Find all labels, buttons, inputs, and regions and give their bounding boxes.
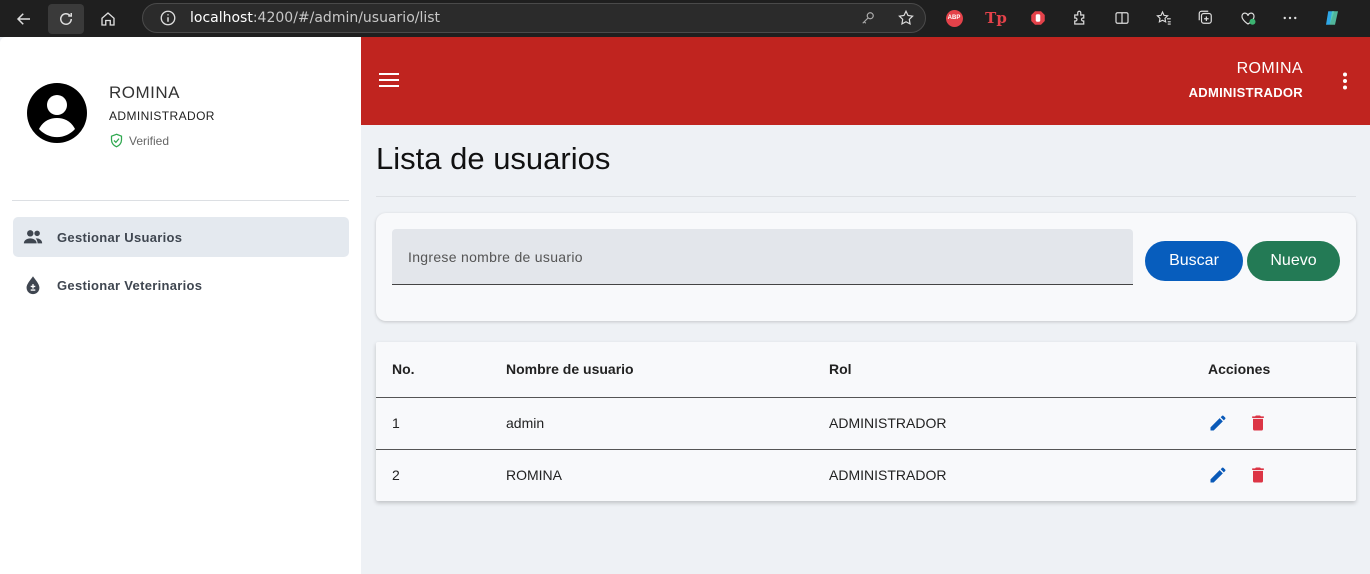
extensions-area: ABP Tp bbox=[940, 6, 1346, 30]
extensions-button[interactable] bbox=[1066, 6, 1094, 30]
heart-pulse-icon bbox=[1241, 12, 1256, 25]
reload-icon bbox=[60, 12, 72, 25]
column-header-no: No. bbox=[392, 361, 415, 377]
sidebar-divider bbox=[12, 200, 349, 201]
title-divider bbox=[376, 196, 1356, 197]
verified-shield-icon bbox=[110, 133, 123, 148]
app-toolbar: ROMINA ADMINISTRADOR bbox=[361, 37, 1370, 125]
sidebar-item-gestionar-veterinarios[interactable]: Gestionar Veterinarios bbox=[13, 265, 349, 305]
favorites-list-icon bbox=[1156, 10, 1171, 25]
sidebar: ROMINA ADMINISTRADOR Verified Gestionar … bbox=[0, 37, 361, 574]
more-menu-button[interactable] bbox=[1276, 6, 1304, 30]
home-icon bbox=[101, 11, 115, 26]
search-button[interactable]: Buscar bbox=[1145, 241, 1243, 281]
delete-icon[interactable] bbox=[1248, 465, 1268, 485]
url-path: :4200/#/admin/usuario/list bbox=[252, 10, 441, 26]
reload-button[interactable] bbox=[48, 3, 84, 34]
verified-label: Verified bbox=[129, 133, 170, 148]
stop-extension[interactable] bbox=[1024, 6, 1052, 30]
tp-icon: Tp bbox=[985, 9, 1007, 27]
url-text: localhost:4200/#/admin/usuario/list bbox=[190, 10, 440, 26]
sidebar-item-label: Gestionar Usuarios bbox=[57, 229, 183, 245]
home-button[interactable] bbox=[90, 4, 126, 34]
split-screen-button[interactable] bbox=[1108, 6, 1136, 30]
page-title: Lista de usuarios bbox=[376, 141, 611, 176]
menu-icon[interactable] bbox=[379, 72, 399, 88]
search-card: Buscar Nuevo bbox=[376, 213, 1356, 321]
cell-no: 1 bbox=[392, 415, 400, 431]
browser-essentials-button[interactable] bbox=[1234, 6, 1262, 30]
split-screen-icon bbox=[1115, 12, 1129, 24]
favorites-button[interactable] bbox=[1150, 6, 1178, 30]
info-icon[interactable] bbox=[159, 9, 177, 27]
address-bar-actions bbox=[859, 9, 915, 27]
header-divider bbox=[376, 397, 1356, 398]
toolbar-user-name: ROMINA bbox=[1236, 60, 1303, 77]
ellipsis-icon bbox=[1283, 16, 1297, 20]
sidebar-item-gestionar-usuarios[interactable]: Gestionar Usuarios bbox=[13, 217, 349, 257]
people-icon bbox=[23, 230, 43, 244]
tp-extension[interactable]: Tp bbox=[982, 6, 1010, 30]
edit-icon[interactable] bbox=[1208, 413, 1228, 433]
edit-icon[interactable] bbox=[1208, 465, 1228, 485]
row-divider bbox=[376, 449, 1356, 450]
cell-no: 2 bbox=[392, 467, 400, 483]
delete-icon[interactable] bbox=[1248, 413, 1268, 433]
arrow-left-icon bbox=[16, 12, 30, 25]
column-header-actions: Acciones bbox=[1208, 361, 1271, 377]
collections-icon bbox=[1198, 10, 1212, 24]
adblock-extension[interactable]: ABP bbox=[940, 6, 968, 30]
address-bar[interactable]: localhost:4200/#/admin/usuario/list bbox=[142, 3, 926, 33]
cell-username: ROMINA bbox=[506, 467, 562, 483]
search-input[interactable] bbox=[392, 229, 1133, 284]
cell-role: ADMINISTRADOR bbox=[829, 467, 947, 483]
more-vert-icon[interactable] bbox=[1342, 72, 1348, 90]
key-icon[interactable] bbox=[859, 9, 877, 27]
account-circle-icon[interactable] bbox=[27, 83, 87, 143]
profile-name: ROMINA bbox=[109, 83, 180, 102]
search-field[interactable] bbox=[392, 229, 1133, 285]
copilot-icon bbox=[1326, 11, 1338, 25]
abp-icon: ABP bbox=[945, 9, 963, 27]
url-host: localhost bbox=[190, 10, 253, 26]
column-header-username: Nombre de usuario bbox=[506, 361, 634, 377]
profile-role: ADMINISTRADOR bbox=[109, 109, 215, 123]
puzzle-icon bbox=[1074, 10, 1085, 25]
cell-role: ADMINISTRADOR bbox=[829, 415, 947, 431]
stop-hand-icon bbox=[1031, 11, 1045, 25]
users-table: No. Nombre de usuario Rol Acciones 1 adm… bbox=[376, 342, 1356, 501]
new-button[interactable]: Nuevo bbox=[1247, 241, 1340, 281]
toolbar-user-role: ADMINISTRADOR bbox=[1188, 85, 1303, 100]
verified-badge: Verified bbox=[109, 133, 169, 148]
cell-username: admin bbox=[506, 415, 545, 431]
column-header-role: Rol bbox=[829, 361, 852, 377]
favorite-star-icon[interactable] bbox=[897, 9, 915, 27]
browser-toolbar: localhost:4200/#/admin/usuario/list ABP … bbox=[0, 0, 1370, 37]
drop-plus-minus-icon bbox=[26, 276, 40, 295]
copilot-button[interactable] bbox=[1318, 6, 1346, 30]
back-button[interactable] bbox=[6, 4, 42, 34]
sidebar-item-label: Gestionar Veterinarios bbox=[57, 277, 203, 293]
collections-button[interactable] bbox=[1192, 6, 1220, 30]
